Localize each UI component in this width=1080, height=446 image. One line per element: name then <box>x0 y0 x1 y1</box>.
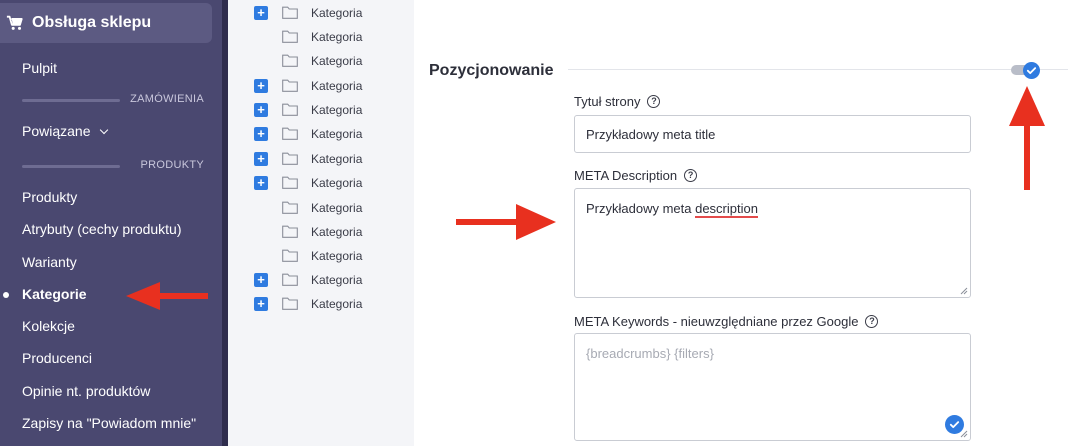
category-tree: + Kategoria Kategoria Kategoria + Katego… <box>228 0 414 446</box>
folder-icon <box>282 6 298 19</box>
resize-handle-icon[interactable] <box>960 287 968 295</box>
meta-keywords-label: META Keywords - nieuwzględniane przez Go… <box>574 314 879 329</box>
section-label-products: PRODUKTY <box>140 159 204 171</box>
expand-plus-icon[interactable]: + <box>254 273 268 287</box>
section-label-orders: ZAMÓWIENIA <box>130 93 204 105</box>
tree-row-label: Kategoria <box>311 103 363 117</box>
chevron-down-icon <box>99 125 108 135</box>
folder-icon <box>282 30 298 43</box>
cart-icon <box>6 15 23 30</box>
section-title: Pozycjonowanie <box>429 62 554 79</box>
seo-toggle[interactable] <box>1011 62 1043 79</box>
annotation-arrow-up-icon <box>1009 86 1045 190</box>
tree-row-label: Kategoria <box>311 127 363 141</box>
sidebar-item-categories[interactable]: Kategorie <box>22 286 87 302</box>
section-divider-products: PRODUKTY <box>22 159 204 173</box>
sidebar-item-related[interactable]: Powiązane <box>22 123 108 139</box>
folder-icon <box>282 225 298 238</box>
tree-row-label: Kategoria <box>311 249 363 263</box>
meta-description-label: META Description ? <box>574 168 698 183</box>
meta-description-text: Przykładowy meta <box>586 201 696 216</box>
sidebar-item-notify-signups[interactable]: Zapisy na "Powiadom mnie" <box>22 415 196 431</box>
section-divider-orders: ZAMÓWIENIA <box>22 93 204 107</box>
folder-icon <box>282 79 298 92</box>
page-title-label-text: Tytuł strony <box>574 94 641 109</box>
meta-keywords-placeholder: {breadcrumbs} {filters} <box>586 346 714 361</box>
tree-row-label: Kategoria <box>311 297 363 311</box>
tree-row-label: Kategoria <box>311 54 363 68</box>
folder-icon <box>282 249 298 262</box>
folder-icon <box>282 201 298 214</box>
divider-line <box>22 165 120 168</box>
expand-plus-icon[interactable]: + <box>254 127 268 141</box>
page-title-value: Przykładowy meta title <box>586 127 716 142</box>
page-title-input[interactable]: Przykładowy meta title <box>574 115 971 153</box>
folder-icon <box>282 273 298 286</box>
sidebar-item-pulpit[interactable]: Pulpit <box>22 60 57 76</box>
folder-icon <box>282 297 298 310</box>
annotation-arrow-right-icon <box>456 204 556 240</box>
active-indicator-dot <box>3 292 9 298</box>
meta-description-textarea[interactable]: Przykładowy meta description <box>574 188 971 298</box>
expand-plus-icon[interactable]: + <box>254 297 268 311</box>
sidebar-item-variants[interactable]: Warianty <box>22 254 77 270</box>
expand-plus-icon[interactable]: + <box>254 176 268 190</box>
page-title-label: Tytuł strony ? <box>574 94 661 109</box>
sidebar-item-products[interactable]: Produkty <box>22 189 77 205</box>
resize-handle-icon[interactable] <box>960 430 968 438</box>
misspelled-word: description <box>695 201 758 218</box>
folder-icon <box>282 152 298 165</box>
folder-icon <box>282 54 298 67</box>
tree-row-label: Kategoria <box>311 6 363 20</box>
section-divider <box>568 69 1068 70</box>
folder-icon <box>282 103 298 116</box>
tree-row-label: Kategoria <box>311 30 363 44</box>
sidebar-item-label: Powiązane <box>22 123 91 139</box>
checkmark-icon <box>949 421 960 429</box>
tree-row-label: Kategoria <box>311 79 363 93</box>
meta-description-value: Przykładowy meta description <box>586 201 758 218</box>
tree-row-label: Kategoria <box>311 201 363 215</box>
toggle-knob <box>1023 62 1040 79</box>
tree-row-label: Kategoria <box>311 176 363 190</box>
tree-row-label: Kategoria <box>311 225 363 239</box>
meta-description-label-text: META Description <box>574 168 678 183</box>
help-icon[interactable]: ? <box>684 169 698 182</box>
sidebar-item-attributes[interactable]: Atrybuty (cechy produktu) <box>22 221 182 237</box>
expand-plus-icon[interactable]: + <box>254 79 268 93</box>
checkmark-icon <box>1026 67 1037 75</box>
tree-row-label: Kategoria <box>311 152 363 166</box>
help-icon[interactable]: ? <box>647 95 661 108</box>
folder-icon <box>282 127 298 140</box>
expand-plus-icon[interactable]: + <box>254 6 268 20</box>
divider-line <box>22 99 120 102</box>
sidebar: Obsługa sklepu Pulpit ZAMÓWIENIA Powiąza… <box>0 0 222 446</box>
sidebar-item-reviews[interactable]: Opinie nt. produktów <box>22 383 150 399</box>
meta-keywords-label-text: META Keywords - nieuwzględniane przez Go… <box>574 314 859 329</box>
expand-plus-icon[interactable]: + <box>254 152 268 166</box>
shop-menu-title: Obsługa sklepu <box>32 14 152 31</box>
sidebar-item-producers[interactable]: Producenci <box>22 350 92 366</box>
sidebar-item-collections[interactable]: Kolekcje <box>22 318 75 334</box>
shop-menu-header[interactable]: Obsługa sklepu <box>0 3 212 43</box>
tree-row-label: Kategoria <box>311 273 363 287</box>
meta-keywords-textarea[interactable]: {breadcrumbs} {filters} <box>574 333 971 441</box>
expand-plus-icon[interactable]: + <box>254 103 268 117</box>
folder-icon <box>282 176 298 189</box>
help-icon[interactable]: ? <box>865 315 879 328</box>
annotation-arrow-left-icon <box>126 282 208 310</box>
